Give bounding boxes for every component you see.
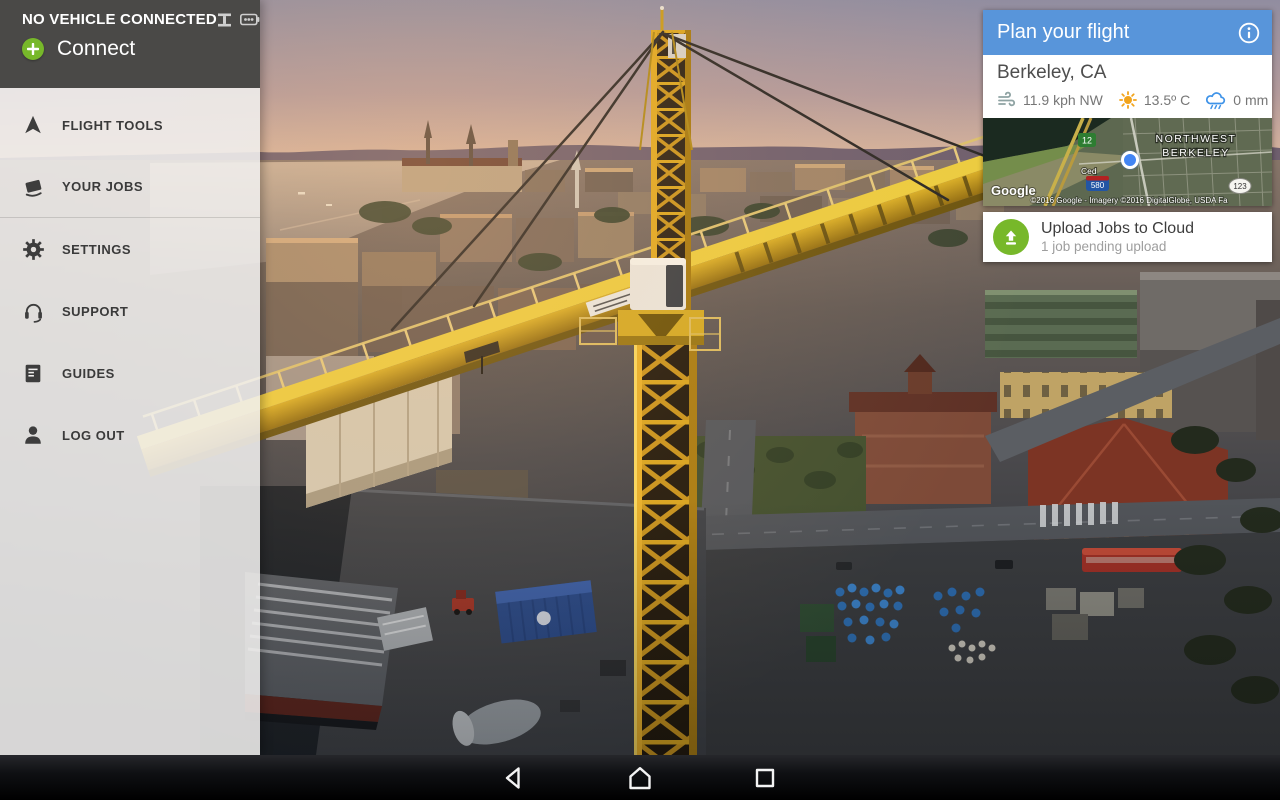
- gear-icon: [21, 237, 45, 261]
- route-12-badge: 12: [1078, 133, 1096, 147]
- app-screen: NO VEHICLE CONNECTED: [0, 0, 1280, 800]
- home-icon: [625, 763, 655, 793]
- sidebar-item-flight-tools[interactable]: FLIGHT TOOLS: [0, 94, 260, 156]
- location-dot: [1123, 153, 1138, 168]
- svg-text:580: 580: [1091, 181, 1105, 190]
- sidebar-item-settings[interactable]: SETTINGS: [0, 218, 260, 280]
- upload-card-subtitle: 1 job pending upload: [1041, 239, 1194, 256]
- info-button[interactable]: [1237, 21, 1261, 45]
- android-navigation-bar: [0, 755, 1280, 800]
- upload-jobs-card[interactable]: Upload Jobs to Cloud 1 job pending uploa…: [983, 212, 1272, 262]
- wind-value: 11.9 kph NW: [1023, 92, 1103, 108]
- vehicle-status-text: NO VEHICLE CONNECTED: [22, 11, 217, 28]
- sidebar-item-label: LOG OUT: [62, 428, 125, 443]
- sidebar-menu: FLIGHT TOOLS YOUR JOBS: [0, 88, 260, 466]
- sidebar-item-label: SETTINGS: [62, 242, 131, 257]
- svg-text:12: 12: [1082, 136, 1092, 146]
- connect-label: Connect: [57, 37, 135, 61]
- precipitation-value: 0 mm: [1233, 92, 1268, 108]
- headset-icon: [21, 299, 45, 323]
- location-label: Berkeley, CA: [997, 62, 1258, 84]
- sidebar-item-guides[interactable]: GUIDES: [0, 342, 260, 404]
- person-icon: [21, 423, 45, 447]
- map-area-label-line1: NORTHWEST: [1156, 133, 1237, 145]
- wind-cell: 11.9 kph NW: [997, 90, 1103, 110]
- location-map[interactable]: NORTHWEST BERKELEY Ced 12 580 123 Google: [983, 118, 1272, 206]
- sidebar-item-label: SUPPORT: [62, 304, 128, 319]
- route-123-badge: 123: [1229, 179, 1251, 194]
- route-580-badge: 580: [1086, 176, 1109, 191]
- back-button[interactable]: [490, 755, 538, 800]
- wind-icon: [997, 90, 1017, 110]
- sidebar-item-label: YOUR JOBS: [62, 179, 143, 194]
- map-street-label: Ced: [1081, 166, 1097, 176]
- sun-icon: [1118, 90, 1138, 110]
- vehicle-status-header: NO VEHICLE CONNECTED: [0, 0, 260, 88]
- navigation-arrow-icon: [21, 113, 45, 137]
- back-triangle-icon: [499, 763, 529, 793]
- sidebar-item-support[interactable]: SUPPORT: [0, 280, 260, 342]
- upload-card-title: Upload Jobs to Cloud: [1041, 219, 1194, 239]
- recents-button[interactable]: [741, 755, 789, 800]
- plan-your-flight-panel: Plan your flight Berkeley, CA: [983, 10, 1272, 206]
- upload-cloud-icon: [993, 219, 1029, 255]
- map-area-label-line2: BERKELEY: [1162, 147, 1229, 159]
- sidebar-item-your-jobs[interactable]: YOUR JOBS: [0, 156, 260, 218]
- sidebar: NO VEHICLE CONNECTED: [0, 0, 260, 755]
- rain-cloud-icon: [1205, 90, 1227, 110]
- add-icon: [22, 38, 44, 60]
- controller-battery-icon: [240, 13, 260, 26]
- google-logo: Google: [991, 183, 1036, 198]
- jobs-cards-icon: [21, 175, 45, 199]
- map-attribution: ©2016 Google - Imagery ©2016 DigitalGlob…: [1030, 196, 1228, 205]
- connect-button[interactable]: Connect: [22, 37, 246, 61]
- recents-square-icon: [750, 763, 780, 793]
- sidebar-item-label: FLIGHT TOOLS: [62, 118, 163, 133]
- temperature-cell: 13.5º C: [1118, 90, 1190, 110]
- vehicle-gimbal-icon: [217, 13, 232, 27]
- sidebar-item-label: GUIDES: [62, 366, 115, 381]
- home-button[interactable]: [616, 755, 664, 800]
- precipitation-cell: 0 mm: [1205, 90, 1268, 110]
- sidebar-item-log-out[interactable]: LOG OUT: [0, 404, 260, 466]
- temperature-value: 13.5º C: [1144, 92, 1190, 108]
- flight-panel-header: Plan your flight: [983, 10, 1272, 55]
- svg-text:123: 123: [1233, 182, 1247, 191]
- weather-summary: Berkeley, CA 11.9 kph NW: [983, 55, 1272, 118]
- flight-panel-title: Plan your flight: [997, 21, 1129, 44]
- info-icon: [1237, 21, 1261, 45]
- guide-book-icon: [21, 361, 45, 385]
